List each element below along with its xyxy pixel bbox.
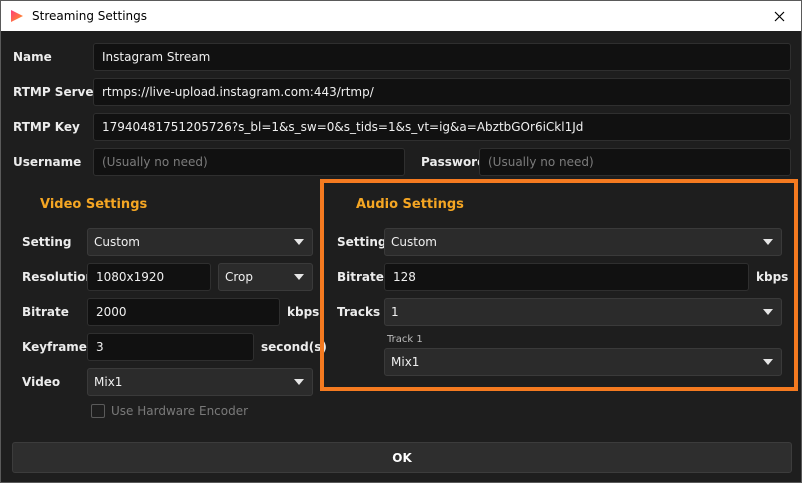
keyframe-label: Keyframe: [22, 340, 87, 354]
resolution-label: Resolution: [22, 270, 95, 284]
streaming-settings-dialog: Streaming Settings Name Instagram Stream…: [0, 0, 802, 483]
password-label: Password: [421, 155, 486, 169]
rtmp-key-label: RTMP Key: [13, 120, 80, 134]
rtmp-server-value: rtmps://live-upload.instagram.com:443/rt…: [102, 85, 374, 99]
rtmp-server-label: RTMP Server: [13, 85, 100, 99]
video-source-select[interactable]: Mix1: [87, 368, 313, 396]
name-label: Name: [13, 50, 52, 64]
track1-label: Track 1: [387, 334, 423, 345]
video-bitrate-value: 2000: [96, 305, 127, 319]
resolution-mode-select[interactable]: Crop: [218, 263, 313, 291]
chevron-down-icon: [294, 274, 304, 280]
keyframe-value: 3: [96, 340, 104, 354]
track1-value: Mix1: [391, 355, 420, 369]
hardware-encoder-label: Use Hardware Encoder: [111, 404, 249, 418]
track1-select[interactable]: Mix1: [384, 348, 782, 376]
password-input[interactable]: [488, 149, 782, 175]
video-setting-label: Setting: [22, 235, 72, 249]
tracks-select[interactable]: 1: [384, 298, 782, 326]
audio-setting-select[interactable]: Custom: [384, 228, 782, 256]
audio-setting-value: Custom: [391, 235, 437, 249]
rtmp-server-field[interactable]: rtmps://live-upload.instagram.com:443/rt…: [93, 78, 791, 106]
hardware-encoder-checkbox[interactable]: [91, 404, 105, 418]
username-field[interactable]: [93, 148, 405, 176]
resolution-field[interactable]: 1080x1920: [87, 263, 211, 291]
keyframe-field[interactable]: 3: [87, 333, 254, 361]
app-logo-icon: [11, 10, 23, 22]
chevron-down-icon: [294, 379, 304, 385]
keyframe-unit: second(s): [261, 340, 327, 354]
tracks-label: Tracks: [337, 305, 381, 319]
audio-bitrate-label: Bitrate: [337, 270, 384, 284]
username-input[interactable]: [102, 149, 396, 175]
chevron-down-icon: [763, 359, 773, 365]
video-source-label: Video: [22, 375, 61, 389]
window-title: Streaming Settings: [32, 9, 148, 23]
resolution-value: 1080x1920: [96, 270, 165, 284]
video-setting-value: Custom: [94, 235, 140, 249]
audio-setting-label: Setting: [337, 235, 387, 249]
video-settings-title: Video Settings: [40, 197, 148, 212]
ok-button-label: OK: [392, 450, 412, 465]
password-field[interactable]: [479, 148, 791, 176]
title-bar: Streaming Settings: [1, 1, 801, 31]
name-field[interactable]: Instagram Stream: [93, 43, 791, 71]
chevron-down-icon: [294, 239, 304, 245]
rtmp-key-field[interactable]: 17940481751205726?s_bl=1&s_sw=0&s_tids=1…: [93, 113, 791, 141]
audio-bitrate-field[interactable]: 128: [384, 263, 749, 291]
video-bitrate-field[interactable]: 2000: [87, 298, 280, 326]
audio-bitrate-value: 128: [393, 270, 416, 284]
audio-bitrate-unit: kbps: [756, 270, 789, 284]
name-value: Instagram Stream: [102, 50, 211, 64]
chevron-down-icon: [763, 239, 773, 245]
close-icon: [774, 11, 784, 21]
video-setting-select[interactable]: Custom: [87, 228, 313, 256]
audio-settings-title: Audio Settings: [356, 197, 464, 212]
resolution-mode-value: Crop: [225, 270, 254, 284]
video-source-value: Mix1: [94, 375, 123, 389]
video-bitrate-unit: kbps: [287, 305, 320, 319]
tracks-value: 1: [391, 305, 399, 319]
rtmp-key-value: 17940481751205726?s_bl=1&s_sw=0&s_tids=1…: [102, 120, 584, 134]
chevron-down-icon: [763, 309, 773, 315]
ok-button[interactable]: OK: [12, 442, 792, 473]
close-button[interactable]: [757, 1, 801, 31]
username-label: Username: [13, 155, 82, 169]
video-bitrate-label: Bitrate: [22, 305, 69, 319]
